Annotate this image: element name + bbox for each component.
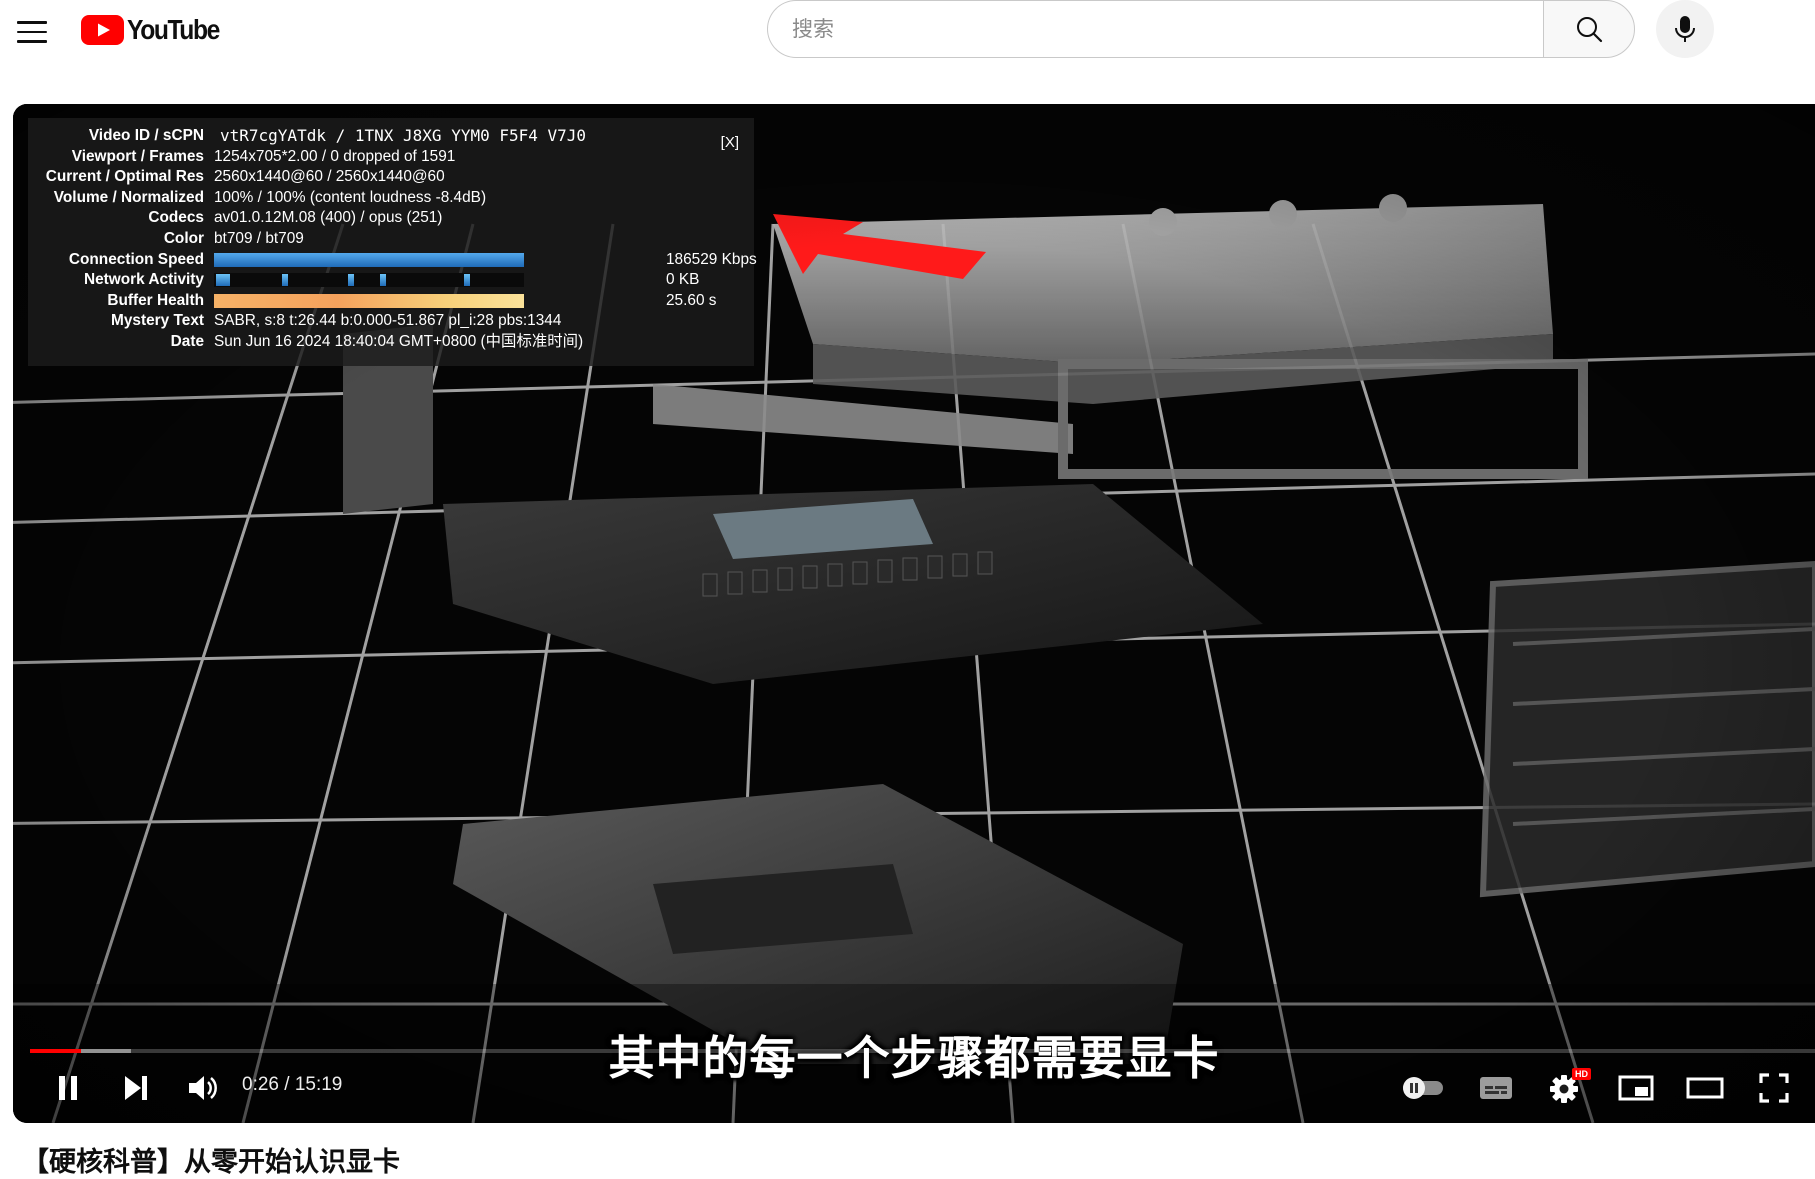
theater-icon <box>1686 1077 1724 1099</box>
hd-badge: HD <box>1572 1068 1591 1080</box>
buffer-health-graph <box>214 293 524 308</box>
progress-bar[interactable] <box>30 1049 1815 1053</box>
search-input[interactable] <box>792 17 1543 41</box>
stats-key: Color <box>163 229 204 247</box>
stats-row-network-activity: Network Activity 0 KB <box>28 270 754 291</box>
stats-key: Video ID / sCPN <box>88 127 204 144</box>
stats-key: Date <box>170 332 204 350</box>
player-controls: 0:26 / 15:19 HD <box>13 1056 1815 1123</box>
stats-key: Viewport / Frames <box>71 147 204 165</box>
stats-value: 186529 Kbps <box>666 250 757 268</box>
network-activity-graph <box>214 273 524 288</box>
miniplayer-icon <box>1618 1075 1654 1101</box>
stats-row-viewport: Viewport / Frames 1254x705*2.00 / 0 drop… <box>28 147 754 168</box>
stats-value: vtR7cgYATdk / 1TNX J8XG YYM0 F5F4 V7J0 <box>220 126 587 145</box>
stats-row-mystery-text: Mystery Text SABR, s:8 t:26.44 b:0.000-5… <box>28 311 754 332</box>
youtube-play-logo-icon <box>81 15 124 45</box>
time-display: 0:26 / 15:19 <box>242 1074 343 1095</box>
stats-row-volume: Volume / Normalized 100% / 100% (content… <box>28 188 754 209</box>
stats-for-nerds-panel: [X] Video ID / sCPN vtR7cgYATdk / 1TNX J… <box>28 118 757 366</box>
stats-row-codecs: Codecs av01.0.12M.08 (400) / opus (251) <box>28 208 754 229</box>
connection-speed-graph <box>214 252 524 267</box>
stats-row-connection-speed: Connection Speed 186529 Kbps <box>28 250 757 271</box>
stats-value: 100% / 100% (content loudness -8.4dB) <box>214 188 487 206</box>
stats-key: Mystery Text <box>111 312 204 330</box>
stats-value: 25.60 s <box>666 291 717 309</box>
subtitles-button[interactable] <box>1468 1066 1524 1110</box>
stats-value: SABR, s:8 t:26.44 b:0.000-51.867 pl_i:28… <box>214 312 562 330</box>
autoplay-toggle-icon <box>1403 1077 1443 1099</box>
miniplayer-button[interactable] <box>1608 1066 1664 1110</box>
video-title: 【硬核科普】从零开始认识显卡 <box>22 1147 400 1178</box>
stats-key: Codecs <box>148 209 204 227</box>
stats-row-color: Color bt709 / bt709 <box>28 229 754 250</box>
pause-icon <box>59 1076 77 1100</box>
stats-key: Volume / Normalized <box>53 188 204 206</box>
volume-button[interactable] <box>178 1066 228 1110</box>
stats-row-date: Date Sun Jun 16 2024 18:40:04 GMT+0800 (… <box>28 332 754 353</box>
stats-key: Network Activity <box>83 271 204 289</box>
stats-key: Connection Speed <box>68 250 204 268</box>
subtitles-icon <box>1480 1077 1512 1099</box>
stats-value: 1254x705*2.00 / 0 dropped of 1591 <box>214 147 456 165</box>
search-box <box>767 0 1543 58</box>
next-icon <box>125 1076 147 1100</box>
autoplay-toggle[interactable] <box>1393 1066 1453 1110</box>
fullscreen-icon <box>1759 1073 1789 1103</box>
menu-icon[interactable] <box>12 12 52 52</box>
stats-key: Current / Optimal Res <box>45 168 204 186</box>
stats-row-video-id: Video ID / sCPN vtR7cgYATdk / 1TNX J8XG … <box>28 126 754 147</box>
stats-value: bt709 / bt709 <box>214 229 304 247</box>
search-bar <box>767 0 1635 58</box>
stats-row-buffer-health: Buffer Health 25.60 s <box>28 291 754 312</box>
stats-value: Sun Jun 16 2024 18:40:04 GMT+0800 (中国标准时… <box>214 332 584 350</box>
voice-search-button[interactable] <box>1656 0 1714 58</box>
video-player[interactable]: [X] Video ID / sCPN vtR7cgYATdk / 1TNX J… <box>13 104 1815 1123</box>
stats-value: av01.0.12M.08 (400) / opus (251) <box>214 209 443 227</box>
stats-value: 0 KB <box>666 271 700 289</box>
search-icon <box>1577 17 1603 43</box>
fullscreen-button[interactable] <box>1746 1066 1802 1110</box>
progress-played <box>30 1049 81 1053</box>
search-button[interactable] <box>1543 0 1635 58</box>
play-pause-button[interactable] <box>43 1066 93 1110</box>
youtube-logo[interactable]: YouTube <box>81 13 231 47</box>
next-button[interactable] <box>111 1066 161 1110</box>
mic-icon <box>1675 16 1695 42</box>
settings-button[interactable]: HD <box>1538 1066 1594 1110</box>
logo-text: YouTube <box>127 14 220 45</box>
stats-key: Buffer Health <box>107 291 204 309</box>
theater-mode-button[interactable] <box>1676 1066 1734 1110</box>
stats-value: 2560x1440@60 / 2560x1440@60 <box>214 168 445 186</box>
volume-icon <box>189 1076 217 1100</box>
stats-row-resolution: Current / Optimal Res 2560x1440@60 / 256… <box>28 167 754 188</box>
masthead: YouTube <box>0 0 1815 64</box>
